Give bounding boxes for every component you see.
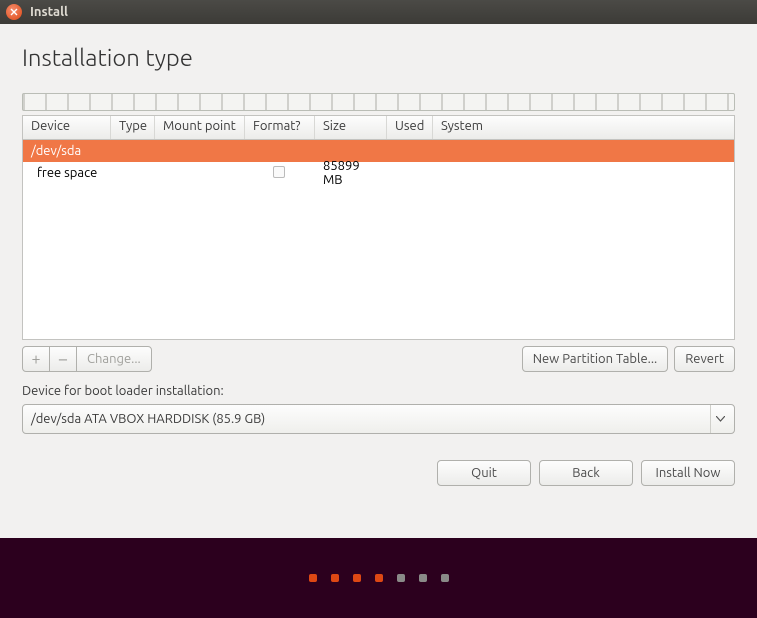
content-area: Installation type Device Type Mount poin… [0,24,757,486]
add-partition-button[interactable]: + [22,346,50,372]
partition-table: Device Type Mount point Format? Size Use… [22,115,735,340]
navigation-buttons: Quit Back Install Now [22,460,735,486]
progress-dot [397,574,405,582]
new-partition-table-button[interactable]: New Partition Table... [522,346,669,372]
table-action-group: New Partition Table... Revert [522,346,735,372]
progress-dot [441,574,449,582]
table-row[interactable]: free space 85899 MB [23,162,734,184]
progress-dot [353,574,361,582]
titlebar: Install [0,0,757,24]
bootloader-value: /dev/sda ATA VBOX HARDDISK (85.9 GB) [31,412,265,426]
close-icon [10,8,18,16]
col-mount[interactable]: Mount point [155,116,245,139]
page-title: Installation type [22,44,735,71]
cell-size: 85899 MB [315,157,387,189]
col-used[interactable]: Used [387,116,433,139]
cell-mount [155,171,245,175]
format-checkbox[interactable] [273,166,285,178]
col-format[interactable]: Format? [245,116,315,139]
cell-device: free space [23,164,111,182]
revert-button[interactable]: Revert [674,346,735,372]
progress-dot [375,574,383,582]
bootloader-select[interactable]: /dev/sda ATA VBOX HARDDISK (85.9 GB) [22,404,735,434]
disk-usage-bar [22,93,735,111]
install-now-button[interactable]: Install Now [641,460,735,486]
partition-toolbar: + − Change... New Partition Table... Rev… [22,346,735,372]
cell-device: /dev/sda [23,142,111,160]
back-button[interactable]: Back [539,460,633,486]
edit-button-group: + − Change... [22,346,152,372]
bootloader-label: Device for boot loader installation: [22,384,735,398]
col-size[interactable]: Size [315,116,387,139]
remove-partition-button[interactable]: − [49,346,77,372]
window-title: Install [30,5,68,19]
col-system[interactable]: System [433,116,734,139]
close-button[interactable] [6,4,22,20]
progress-dot [331,574,339,582]
col-device[interactable]: Device [23,116,111,139]
table-header: Device Type Mount point Format? Size Use… [23,116,734,140]
progress-dot [309,574,317,582]
quit-button[interactable]: Quit [437,460,531,486]
change-partition-button[interactable]: Change... [76,346,152,372]
installer-window: Install Installation type Device Type Mo… [0,0,757,618]
chevron-down-icon [710,405,730,433]
col-type[interactable]: Type [111,116,155,139]
progress-dot [419,574,427,582]
cell-format [245,164,315,183]
progress-footer [0,538,757,618]
cell-type [111,171,155,175]
